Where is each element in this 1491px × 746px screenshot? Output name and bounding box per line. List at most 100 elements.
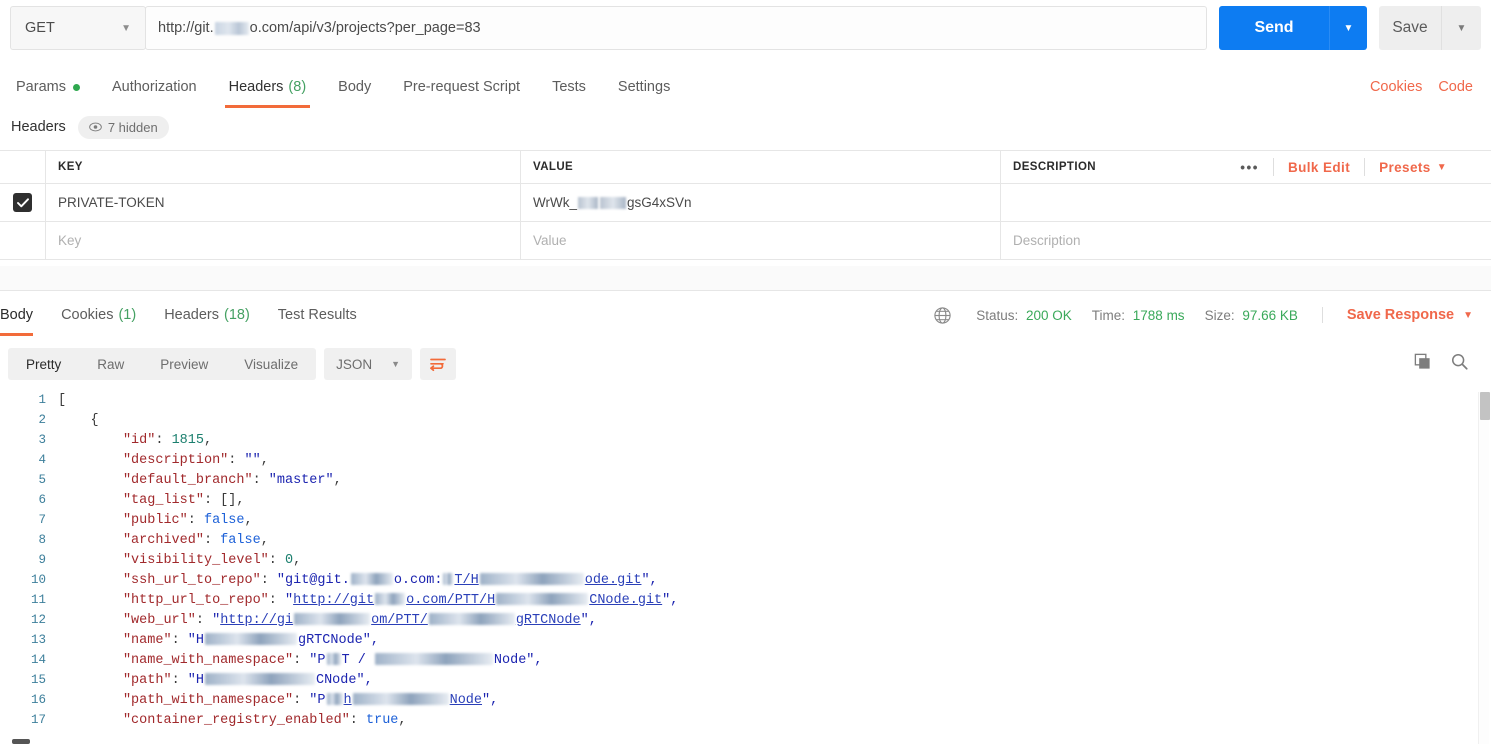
- more-actions-icon[interactable]: •••: [1226, 158, 1273, 176]
- code-vertical-scrollbar-thumb[interactable]: [1480, 392, 1490, 420]
- response-format-select[interactable]: JSON ▼: [324, 348, 413, 380]
- tab-pre-request-script-label: Pre-request Script: [403, 79, 521, 95]
- headers-table: KEY VALUE DESCRIPTION ••• Bulk Edit Pres…: [0, 150, 1491, 260]
- response-tab-headers[interactable]: Headers (18): [150, 294, 264, 336]
- send-button-group: Send ▼: [1219, 6, 1367, 50]
- code-line: 16 "path_with_namespace": "P h Node",: [0, 690, 1491, 710]
- params-indicator-dot-icon: [72, 83, 80, 91]
- redacted-block: [294, 612, 371, 625]
- code-line-text: "default_branch": "master",: [58, 473, 342, 488]
- redacted-block: [352, 692, 449, 705]
- search-button[interactable]: [1450, 352, 1469, 376]
- token-key: "id": [122, 432, 156, 448]
- redacted-block: [375, 592, 406, 605]
- code-line-text: "web_url": "http://gi om/PTT/gRTCNode",: [58, 612, 597, 628]
- presets-label: Presets: [1379, 159, 1431, 175]
- token-str: "H: [187, 672, 204, 688]
- tab-tests[interactable]: Tests: [536, 66, 602, 108]
- tab-settings[interactable]: Settings: [602, 66, 686, 108]
- line-number: 15: [30, 673, 46, 687]
- tab-tests-label: Tests: [552, 79, 586, 95]
- request-url-input[interactable]: http://git. o.com/api/v3/projects?per_pag…: [145, 6, 1207, 50]
- token-str: "P: [309, 652, 326, 668]
- response-tab-test-results[interactable]: Test Results: [264, 294, 371, 336]
- token-punc: ,: [398, 712, 407, 728]
- new-header-value-input[interactable]: Value: [521, 222, 1001, 259]
- token-str: "git@git.: [276, 572, 350, 588]
- http-method-select[interactable]: GET ▼: [10, 6, 146, 50]
- code-line-text: "path_with_namespace": "P h Node",: [58, 692, 498, 708]
- code-line: 4 "description": "",: [0, 450, 1491, 470]
- redacted-block: [326, 692, 343, 705]
- header-description-cell[interactable]: [1001, 184, 1491, 221]
- redacted-block: [479, 572, 584, 585]
- response-body-code-viewer[interactable]: 1[2{3 "id": 1815, 4 "description": "", 5 "def…: [0, 390, 1491, 746]
- bulk-edit-button[interactable]: Bulk Edit: [1272, 158, 1364, 176]
- view-mode-raw[interactable]: Raw: [79, 348, 142, 380]
- http-method-label: GET: [25, 20, 55, 36]
- save-button[interactable]: Save: [1379, 6, 1441, 50]
- send-button[interactable]: Send: [1219, 6, 1329, 50]
- presets-button[interactable]: Presets ▼: [1364, 158, 1461, 176]
- code-line-text: "id": 1815,: [58, 433, 212, 448]
- token-punc: :: [293, 652, 310, 668]
- cookies-link[interactable]: Cookies: [1370, 79, 1422, 95]
- hidden-headers-badge[interactable]: 7 hidden: [77, 115, 169, 139]
- tab-body[interactable]: Body: [322, 66, 387, 108]
- header-key-cell[interactable]: PRIVATE-TOKEN: [46, 184, 521, 221]
- redacted-block: [496, 592, 589, 605]
- line-number: 14: [30, 653, 46, 667]
- send-options-chevron-down-icon[interactable]: ▼: [1329, 6, 1367, 50]
- token-str: CNode",: [315, 672, 373, 688]
- redacted-block: [326, 652, 341, 665]
- tab-settings-label: Settings: [617, 79, 671, 95]
- token-key: "web_url": [122, 612, 196, 628]
- url-prefix: http://git.: [158, 20, 214, 36]
- response-tab-cookies[interactable]: Cookies (1): [47, 294, 150, 336]
- tab-headers[interactable]: Headers (8): [213, 66, 323, 108]
- token-bool: true: [366, 712, 399, 728]
- table-row[interactable]: PRIVATE-TOKEN WrWk_ gsG4xSVn: [0, 184, 1491, 222]
- wrap-lines-button[interactable]: [420, 348, 457, 380]
- view-mode-visualize[interactable]: Visualize: [226, 348, 316, 380]
- token-key: "path": [122, 672, 172, 688]
- tab-params[interactable]: Params: [0, 66, 96, 108]
- table-row-empty[interactable]: Key Value Description: [0, 222, 1491, 260]
- header-value-redacted-block-2: [600, 196, 626, 209]
- view-mode-pretty[interactable]: Pretty: [8, 348, 79, 380]
- line-number: 13: [30, 633, 46, 647]
- hidden-headers-label: 7 hidden: [107, 119, 158, 135]
- globe-icon-wrapper[interactable]: [933, 306, 952, 325]
- token-punc: :: [195, 612, 213, 628]
- code-line-text: {: [58, 413, 98, 428]
- view-mode-preview[interactable]: Preview: [142, 348, 226, 380]
- token-link: om/PTT/: [371, 612, 428, 628]
- code-horizontal-scrollbar-thumb[interactable]: [12, 739, 30, 744]
- new-header-key-input[interactable]: Key: [46, 222, 521, 259]
- token-punc: :: [203, 532, 221, 548]
- new-header-description-input[interactable]: Description: [1001, 222, 1491, 259]
- tab-pre-request-script[interactable]: Pre-request Script: [387, 66, 536, 108]
- token-punc: ,: [260, 452, 269, 468]
- row-checkbox[interactable]: [13, 193, 32, 212]
- tab-authorization[interactable]: Authorization: [96, 66, 213, 108]
- code-vertical-scrollbar[interactable]: [1478, 392, 1490, 744]
- time-badge: Time: 1788 ms: [1092, 308, 1185, 323]
- code-link[interactable]: Code: [1438, 79, 1473, 95]
- token-str: ",: [662, 592, 679, 608]
- response-tab-body[interactable]: Body: [0, 294, 47, 336]
- tab-headers-count: (8): [288, 79, 307, 95]
- token-link: ode.git: [584, 572, 642, 588]
- request-tab-bar-actions: Cookies Code: [1370, 79, 1491, 95]
- code-line: 9 "visibility_level": 0,: [0, 550, 1491, 570]
- save-response-button[interactable]: Save Response ▼: [1321, 307, 1473, 323]
- token-link: http://git: [293, 592, 375, 608]
- redacted-block: [204, 672, 315, 685]
- code-line: 17 "container_registry_enabled": true,: [0, 710, 1491, 730]
- pane-divider[interactable]: [0, 266, 1491, 291]
- copy-button[interactable]: [1413, 352, 1432, 376]
- response-tab-cookies-count: (1): [118, 307, 137, 323]
- save-options-chevron-down-icon[interactable]: ▼: [1441, 6, 1481, 50]
- redacted-block: [350, 572, 393, 585]
- header-value-cell[interactable]: WrWk_ gsG4xSVn: [521, 184, 1001, 221]
